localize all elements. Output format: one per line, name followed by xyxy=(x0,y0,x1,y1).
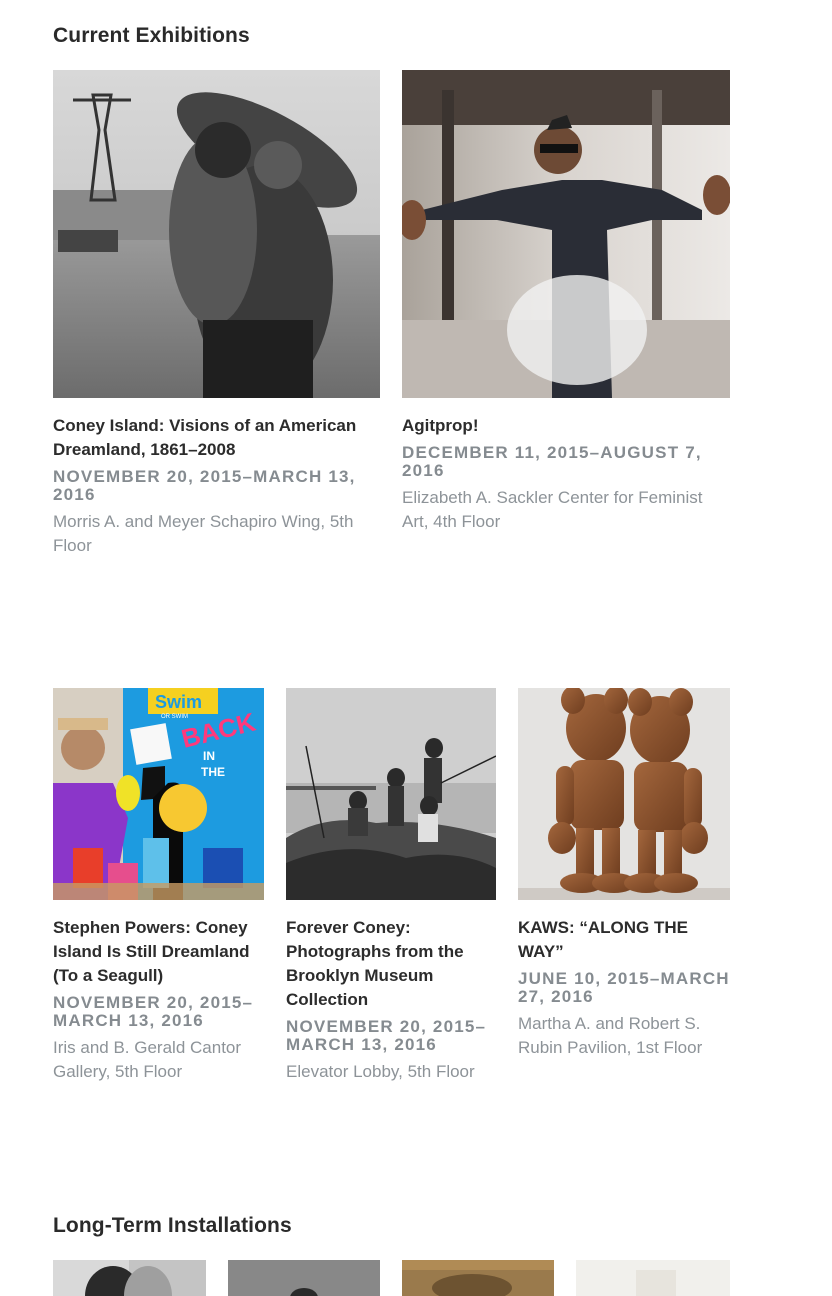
exhibition-dates: NOVEMBER 20, 2015–MARCH 13, 2016 xyxy=(286,1017,487,1054)
exhibition-card-agitprop[interactable]: Agitprop! DECEMBER 11, 2015–AUGUST 7, 20… xyxy=(402,70,730,534)
exhibition-location: Martha A. and Robert S. Rubin Pavilion, … xyxy=(518,1014,703,1057)
exhibition-dates: NOVEMBER 20, 2015–MARCH 13, 2016 xyxy=(53,467,356,504)
exhibition-location: Elevator Lobby, 5th Floor xyxy=(286,1062,475,1081)
svg-text:OR SWIM: OR SWIM xyxy=(161,714,188,720)
exhibition-title[interactable]: Coney Island: Visions of an American Dre… xyxy=(53,414,380,462)
svg-text:IN: IN xyxy=(203,749,215,763)
longterm-card-1[interactable] xyxy=(53,1260,206,1296)
exhibition-title[interactable]: Forever Coney: Photographs from the Broo… xyxy=(286,916,496,1012)
longterm-card-2[interactable] xyxy=(228,1260,380,1296)
exhibition-card-forever-coney[interactable]: Forever Coney: Photographs from the Broo… xyxy=(286,688,496,1084)
coney-island-couple-photo[interactable] xyxy=(53,70,380,398)
exhibition-card-coney-island[interactable]: Coney Island: Visions of an American Dre… xyxy=(53,70,380,558)
agitprop-performer-photo[interactable] xyxy=(402,70,730,398)
exhibition-dates: JUNE 10, 2015–MARCH 27, 2016 xyxy=(518,969,730,1006)
exhibition-title[interactable]: Agitprop! xyxy=(402,414,730,438)
exhibition-card-stephen-powers[interactable]: Swim OR SWIM BACK IN THE Stephen Powers:… xyxy=(53,688,264,1084)
exhibition-title[interactable]: KAWS: “ALONG THE WAY” xyxy=(518,916,730,964)
longterm-light-photo[interactable] xyxy=(576,1260,730,1296)
exhibition-dates: DECEMBER 11, 2015–AUGUST 7, 2016 xyxy=(402,443,702,480)
exhibition-location: Morris A. and Meyer Schapiro Wing, 5th F… xyxy=(53,512,354,555)
svg-text:Swim: Swim xyxy=(155,692,202,712)
kaws-wooden-figures-photo[interactable] xyxy=(518,688,730,900)
longterm-gray-photo[interactable] xyxy=(228,1260,380,1296)
longterm-bronze-photo[interactable] xyxy=(402,1260,554,1296)
section-title-longterm: Long-Term Installations xyxy=(53,1214,292,1237)
longterm-card-3[interactable] xyxy=(402,1260,554,1296)
exhibition-title[interactable]: Stephen Powers: Coney Island Is Still Dr… xyxy=(53,916,264,988)
stephen-powers-painter-photo[interactable]: Swim OR SWIM BACK IN THE xyxy=(53,688,264,900)
longterm-card-4[interactable] xyxy=(576,1260,730,1296)
exhibition-card-kaws[interactable]: KAWS: “ALONG THE WAY” JUNE 10, 2015–MARC… xyxy=(518,688,730,1060)
exhibition-dates: NOVEMBER 20, 2015–MARCH 13, 2016 xyxy=(53,993,254,1030)
exhibition-location: Elizabeth A. Sackler Center for Feminist… xyxy=(402,488,703,531)
exhibition-location: Iris and B. Gerald Cantor Gallery, 5th F… xyxy=(53,1038,242,1081)
svg-text:THE: THE xyxy=(201,765,225,779)
section-title-current: Current Exhibitions xyxy=(53,24,250,47)
forever-coney-fishermen-photo[interactable] xyxy=(286,688,496,900)
longterm-portrait-photo[interactable] xyxy=(53,1260,206,1296)
